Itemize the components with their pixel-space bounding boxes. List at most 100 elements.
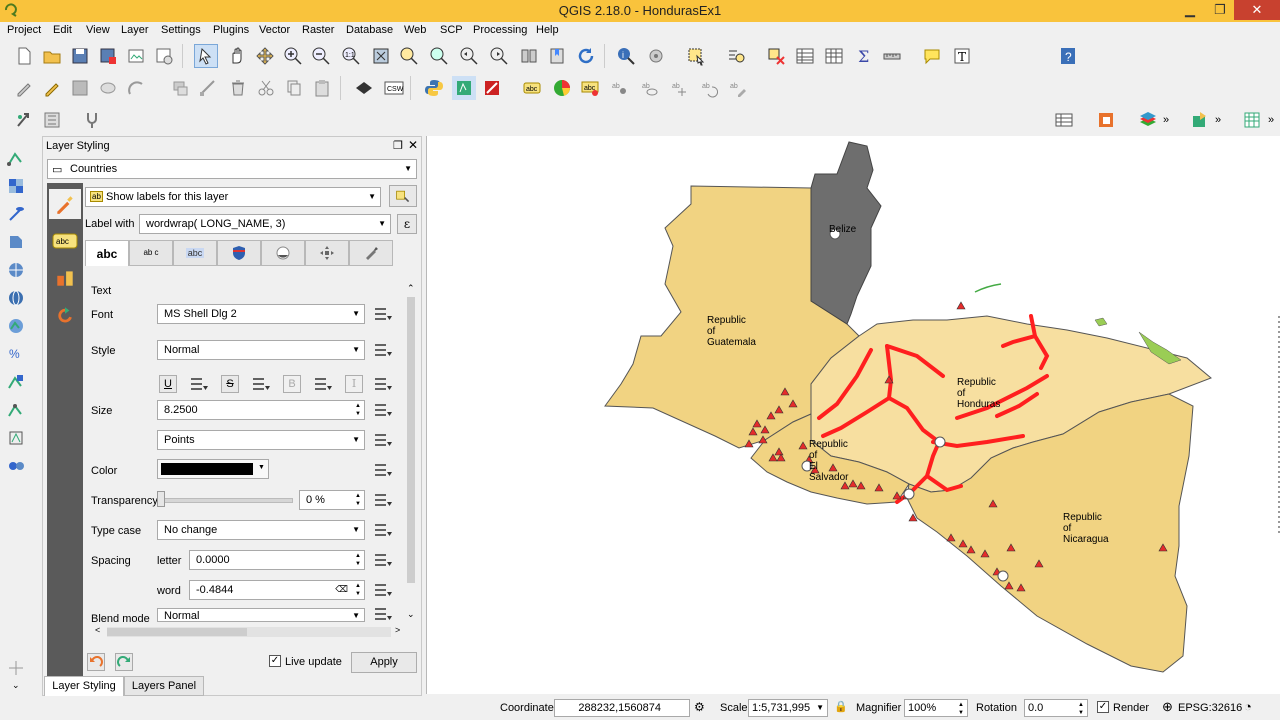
- label-expression-select[interactable]: wordwrap( LONG_NAME, 3) ▼: [139, 214, 391, 234]
- zoom-to-layer-icon[interactable]: [427, 44, 451, 68]
- clear-icon[interactable]: ⌫: [335, 584, 348, 595]
- live-update-checkbox[interactable]: ✓: [269, 655, 281, 667]
- data-defined-override-icon[interactable]: [373, 431, 393, 449]
- menu-edit[interactable]: Edit: [53, 24, 72, 36]
- data-defined-override-icon[interactable]: [373, 521, 393, 539]
- plugin-orange-icon[interactable]: [1094, 108, 1118, 132]
- new-spatialite-icon[interactable]: [4, 426, 28, 450]
- zoom-native-icon[interactable]: 1:1: [339, 44, 363, 68]
- scroll-left-icon[interactable]: <: [95, 625, 100, 635]
- new-shapefile-icon[interactable]: [4, 398, 28, 422]
- action-icon[interactable]: [644, 44, 668, 68]
- data-defined-override-icon[interactable]: [373, 401, 393, 419]
- toolbar-expand-chevron-icon[interactable]: ⌄: [12, 680, 20, 691]
- close-dock-icon[interactable]: ✕: [408, 138, 418, 152]
- scp-plugin-icon[interactable]: [480, 76, 504, 100]
- python-console-icon[interactable]: [422, 76, 446, 100]
- map-canvas[interactable]: Belize Republic of Guatemala Republic of…: [426, 136, 1280, 694]
- table-plugin-icon[interactable]: [1240, 108, 1264, 132]
- delete-selected-icon[interactable]: [226, 76, 250, 100]
- spin-arrows-icon[interactable]: ▲ ▼: [355, 582, 361, 598]
- current-edits-icon[interactable]: [12, 76, 36, 100]
- tab-placement[interactable]: [305, 240, 349, 266]
- messages-icon[interactable]: ◔: [1244, 699, 1252, 714]
- coordinate-field[interactable]: 288232,1560874: [554, 699, 690, 717]
- label-mode-select[interactable]: ab Show labels for this layer ▼: [85, 187, 381, 207]
- menu-processing[interactable]: Processing: [473, 24, 527, 36]
- color-button[interactable]: ▼: [157, 459, 269, 479]
- tab-background[interactable]: [217, 240, 261, 266]
- data-defined-override-icon[interactable]: [373, 581, 393, 599]
- paste-features-icon[interactable]: [310, 76, 334, 100]
- menu-settings[interactable]: Settings: [161, 24, 201, 36]
- data-defined-override-icon[interactable]: [373, 341, 393, 359]
- pin-labels-icon[interactable]: ab: [608, 76, 632, 100]
- pan-to-selection-icon[interactable]: [253, 44, 277, 68]
- menu-plugins[interactable]: Plugins: [213, 24, 249, 36]
- add-raster-layer-icon[interactable]: [4, 174, 28, 198]
- zoom-last-icon[interactable]: [457, 44, 481, 68]
- menu-layer[interactable]: Layer: [121, 24, 149, 36]
- move-label-icon[interactable]: ab: [668, 76, 692, 100]
- zoom-to-selection-icon[interactable]: [397, 44, 421, 68]
- add-postgis-layer-icon[interactable]: [4, 202, 28, 226]
- add-spatialite-layer-icon[interactable]: [4, 230, 28, 254]
- transparency-spinbox[interactable]: 0 % ▲ ▼: [299, 490, 365, 510]
- tab-rendering[interactable]: [349, 240, 393, 266]
- history-tab-icon[interactable]: [49, 301, 81, 331]
- layer-diagram-icon[interactable]: [550, 76, 574, 100]
- overflow-chevron-3-icon[interactable]: »: [1268, 114, 1274, 126]
- cut-features-icon[interactable]: [254, 76, 278, 100]
- statistical-summary-icon[interactable]: Σ: [852, 44, 876, 68]
- plugin-add-icon[interactable]: [1188, 108, 1212, 132]
- open-project-icon[interactable]: [40, 44, 64, 68]
- menu-web[interactable]: Web: [404, 24, 426, 36]
- show-hide-labels-icon[interactable]: ab: [638, 76, 662, 100]
- measure-line-icon[interactable]: [880, 44, 904, 68]
- add-circular-string-icon[interactable]: [124, 76, 148, 100]
- close-button[interactable]: ✕: [1234, 0, 1280, 20]
- type-case-select[interactable]: No change ▼: [157, 520, 365, 540]
- vertical-scrollbar-thumb[interactable]: [407, 297, 415, 583]
- size-spinbox[interactable]: 8.2500 ▲ ▼: [157, 400, 365, 420]
- float-dock-icon[interactable]: ❐: [393, 139, 403, 152]
- underline-button[interactable]: U: [159, 375, 177, 393]
- toggle-editing-icon[interactable]: [40, 76, 64, 100]
- toolbar-grid-icon[interactable]: [1052, 108, 1076, 132]
- rule-based-labeling-icon[interactable]: [389, 185, 417, 207]
- layer-select[interactable]: ▭ Countries ▼: [47, 159, 417, 179]
- horizontal-scrollbar[interactable]: [107, 627, 391, 637]
- overflow-chevron-icon[interactable]: »: [1163, 114, 1169, 126]
- menu-view[interactable]: View: [86, 24, 110, 36]
- apply-button[interactable]: Apply: [351, 652, 417, 673]
- tab-formatting[interactable]: ab c: [129, 240, 173, 266]
- menu-project[interactable]: Project: [7, 24, 41, 36]
- menu-help[interactable]: Help: [536, 24, 559, 36]
- tab-layers-panel[interactable]: Layers Panel: [124, 676, 204, 696]
- save-as-icon[interactable]: [96, 44, 120, 68]
- diagrams-tab-icon[interactable]: [49, 263, 81, 293]
- raster-calc-icon[interactable]: [40, 108, 64, 132]
- new-gpx-icon[interactable]: [4, 454, 28, 478]
- zoom-out-icon[interactable]: [309, 44, 333, 68]
- menu-scp[interactable]: SCP: [440, 24, 463, 36]
- composer-manager-icon[interactable]: [152, 44, 176, 68]
- semi-auto-classification-icon[interactable]: [452, 76, 476, 100]
- pan-map-icon[interactable]: [225, 44, 249, 68]
- map-tips-icon[interactable]: [920, 44, 944, 68]
- overflow-chevron-2-icon[interactable]: »: [1215, 114, 1221, 126]
- tab-text[interactable]: abc: [85, 240, 129, 266]
- horizontal-scrollbar-thumb[interactable]: [107, 628, 247, 636]
- expression-builder-icon[interactable]: ε: [397, 214, 417, 234]
- identify-icon[interactable]: i: [614, 44, 638, 68]
- field-calculator-icon[interactable]: [822, 44, 846, 68]
- zoom-in-icon[interactable]: [281, 44, 305, 68]
- spin-arrows-icon[interactable]: ▲ ▼: [355, 552, 361, 568]
- scroll-down-icon[interactable]: ⌄: [407, 609, 415, 620]
- georeferencer-icon[interactable]: [12, 108, 36, 132]
- add-wfs-layer-icon[interactable]: [4, 314, 28, 338]
- layers-stack-icon[interactable]: [1136, 108, 1160, 132]
- scale-select[interactable]: 1:5,731,995 ▼: [748, 699, 828, 717]
- layer-labeling-icon[interactable]: abc: [520, 76, 544, 100]
- zoom-full-icon[interactable]: [369, 44, 393, 68]
